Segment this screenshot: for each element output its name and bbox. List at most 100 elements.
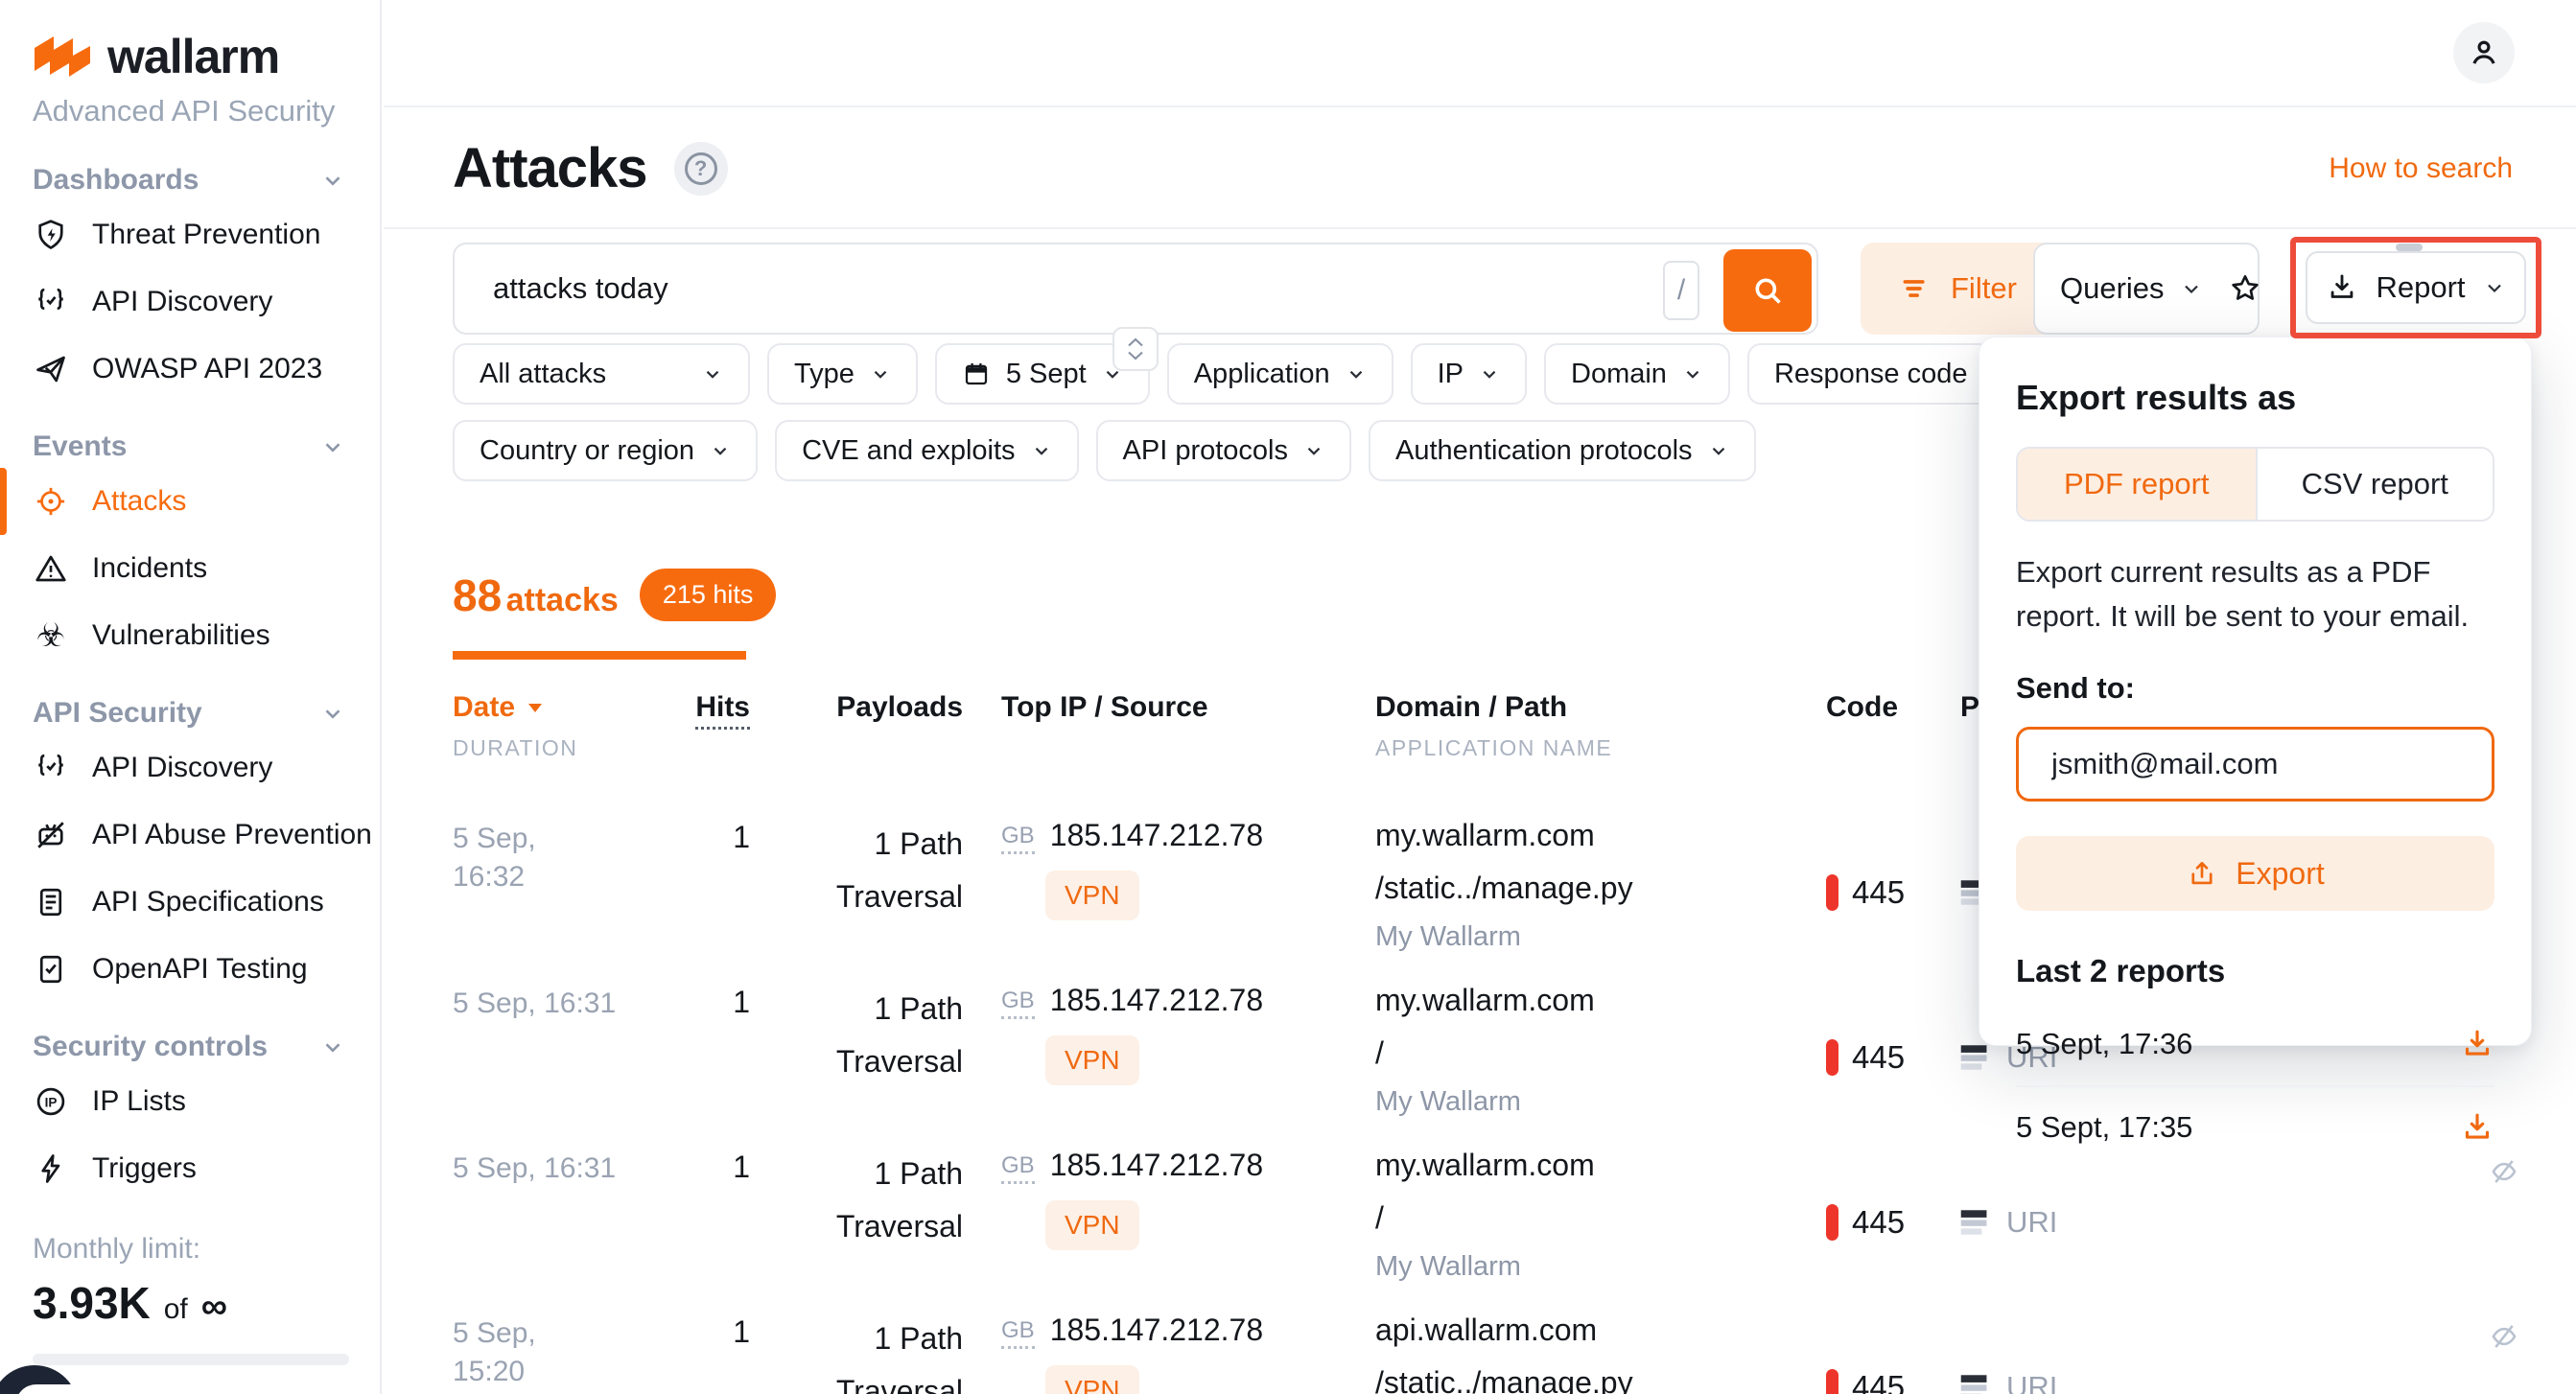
- row-date: 5 Sep,: [453, 820, 692, 858]
- favorite-query-button[interactable]: [2228, 244, 2262, 333]
- chevron-down-icon: [710, 440, 731, 461]
- row-code: 445: [1852, 1039, 1905, 1076]
- chip-label: All attacks: [480, 359, 606, 390]
- country-code: GB: [1001, 823, 1035, 854]
- chip-api-protocols[interactable]: API protocols: [1096, 420, 1351, 481]
- sidebar-item-vulnerabilities[interactable]: ☣ Vulnerabilities: [0, 602, 380, 669]
- source-badge: VPN: [1045, 1200, 1139, 1250]
- search-expand-handle[interactable]: [1112, 327, 1159, 371]
- sidebar-item-label: API Abuse Prevention: [92, 819, 372, 851]
- sidebar-item-owasp-api-2023[interactable]: OWASP API 2023: [0, 336, 380, 403]
- country-code: GB: [1001, 1152, 1035, 1184]
- sidebar-item-attacks[interactable]: Attacks: [0, 468, 380, 535]
- row-payload: 1 Path: [750, 983, 963, 1035]
- chip-auth-protocols[interactable]: Authentication protocols: [1369, 420, 1756, 481]
- chip-cve[interactable]: CVE and exploits: [775, 420, 1078, 481]
- chip-ip[interactable]: IP: [1411, 343, 1527, 405]
- row-code: 445: [1852, 1369, 1905, 1394]
- sidebar-item-ip-lists[interactable]: IP IP Lists: [0, 1068, 380, 1135]
- row-payload: 1 Path: [750, 1148, 963, 1200]
- row-hits: 1: [692, 979, 750, 1128]
- source-badge: VPN: [1045, 1365, 1139, 1394]
- table-row[interactable]: 5 Sep,15:20 1 1 PathTraversal GB185.147.…: [453, 1293, 2576, 1394]
- report-history-item[interactable]: 5 Sept, 17:35: [2016, 1085, 2494, 1168]
- queries-dropdown[interactable]: Queries: [2035, 244, 2228, 333]
- chevron-down-icon: [320, 701, 345, 726]
- hide-row-button[interactable]: [2486, 1318, 2522, 1359]
- column-header-date[interactable]: Date: [453, 691, 692, 724]
- chip-type[interactable]: Type: [767, 343, 918, 405]
- search-button[interactable]: [1723, 249, 1812, 332]
- report-history-item[interactable]: 5 Sept, 17:36: [2016, 1003, 2494, 1085]
- filter-chips-row-2: Country or region CVE and exploits API p…: [453, 420, 1756, 481]
- sidebar-section-security-controls[interactable]: Security controls: [0, 1026, 380, 1068]
- sidebar-item-label: OpenAPI Testing: [92, 953, 308, 986]
- chevron-up-icon: [1127, 337, 1144, 348]
- active-indicator: [0, 468, 7, 535]
- chip-domain[interactable]: Domain: [1544, 343, 1730, 405]
- sidebar-nav: Dashboards Threat Prevention API Discove…: [0, 159, 380, 1202]
- eye-slash-icon: [2486, 1318, 2522, 1355]
- chip-label: Type: [794, 359, 855, 390]
- sidebar-section-api-security[interactable]: API Security: [0, 692, 380, 734]
- sidebar-item-label: Vulnerabilities: [92, 619, 270, 652]
- country-code: GB: [1001, 1317, 1035, 1349]
- sidebar-item-threat-prevention[interactable]: Threat Prevention: [0, 201, 380, 268]
- section-label: Dashboards: [33, 164, 199, 197]
- code-status-pill: [1826, 874, 1838, 911]
- column-header-top-ip: Top IP / Source: [963, 691, 1375, 761]
- sidebar-section-events[interactable]: Events: [0, 426, 380, 468]
- chevron-down-icon: [1127, 350, 1144, 360]
- search-icon: [1748, 271, 1787, 310]
- column-header-code: Code: [1826, 691, 1951, 761]
- chip-label: 5 Sept: [1006, 359, 1087, 390]
- how-to-search-link[interactable]: How to search: [2329, 152, 2513, 185]
- export-button[interactable]: Export: [2016, 836, 2494, 911]
- monthly-limit-label: Monthly limit:: [33, 1233, 349, 1266]
- filter-label: Filter: [1951, 271, 2017, 306]
- download-icon: [2460, 1027, 2494, 1061]
- sidebar-item-api-specifications[interactable]: API Specifications: [0, 869, 380, 936]
- tab-pdf-report[interactable]: PDF report: [2018, 449, 2256, 520]
- search-input[interactable]: [493, 271, 1644, 306]
- sidebar-item-api-abuse-prevention[interactable]: API Abuse Prevention: [0, 802, 380, 869]
- chevron-down-icon: [320, 1034, 345, 1059]
- sidebar-item-openapi-testing[interactable]: OpenAPI Testing: [0, 936, 380, 1003]
- row-path: /: [1375, 1200, 1826, 1236]
- report-button[interactable]: Report: [2306, 251, 2526, 324]
- row-time: 16:32: [453, 858, 692, 896]
- page-title: Attacks: [453, 136, 647, 200]
- row-domain: my.wallarm.com: [1375, 983, 1826, 1018]
- sidebar-item-label: Threat Prevention: [92, 219, 320, 251]
- sidebar-item-api-discovery[interactable]: API Discovery: [0, 734, 380, 802]
- column-header-duration: DURATION: [453, 735, 692, 761]
- chevron-down-icon: [320, 434, 345, 459]
- download-icon: [2326, 271, 2358, 304]
- corner-widget-mask: [15, 1384, 102, 1394]
- sidebar-item-incidents[interactable]: Incidents: [0, 535, 380, 602]
- attack-count: 88: [453, 570, 502, 620]
- attack-count-label: attacks: [506, 582, 619, 618]
- country-code: GB: [1001, 987, 1035, 1019]
- chip-all-attacks[interactable]: All attacks: [453, 343, 750, 405]
- chip-country[interactable]: Country or region: [453, 420, 758, 481]
- tab-csv-report[interactable]: CSV report: [2256, 449, 2494, 520]
- sidebar-item-api-discovery-dash[interactable]: API Discovery: [0, 268, 380, 336]
- help-icon[interactable]: ?: [674, 142, 728, 196]
- sidebar-item-triggers[interactable]: Triggers: [0, 1135, 380, 1202]
- sidebar-section-dashboards[interactable]: Dashboards: [0, 159, 380, 201]
- monthly-limit-value: 3.93K: [33, 1277, 151, 1329]
- email-field[interactable]: [2016, 727, 2494, 802]
- section-label: Events: [33, 430, 127, 463]
- chip-application[interactable]: Application: [1167, 343, 1393, 405]
- wallarm-logo-icon: [33, 35, 92, 79]
- chip-label: CVE and exploits: [802, 435, 1015, 467]
- filter-button[interactable]: Filter: [1861, 243, 2055, 335]
- export-popup-title: Export results as: [2016, 378, 2494, 418]
- brand-subtitle: Advanced API Security: [33, 94, 380, 128]
- send-to-label: Send to:: [2016, 671, 2494, 706]
- report-date: 5 Sept, 17:36: [2016, 1027, 2192, 1061]
- row-application: My Wallarm: [1375, 1086, 1826, 1118]
- sidebar-item-label: Triggers: [92, 1152, 197, 1185]
- user-avatar-button[interactable]: [2453, 22, 2515, 83]
